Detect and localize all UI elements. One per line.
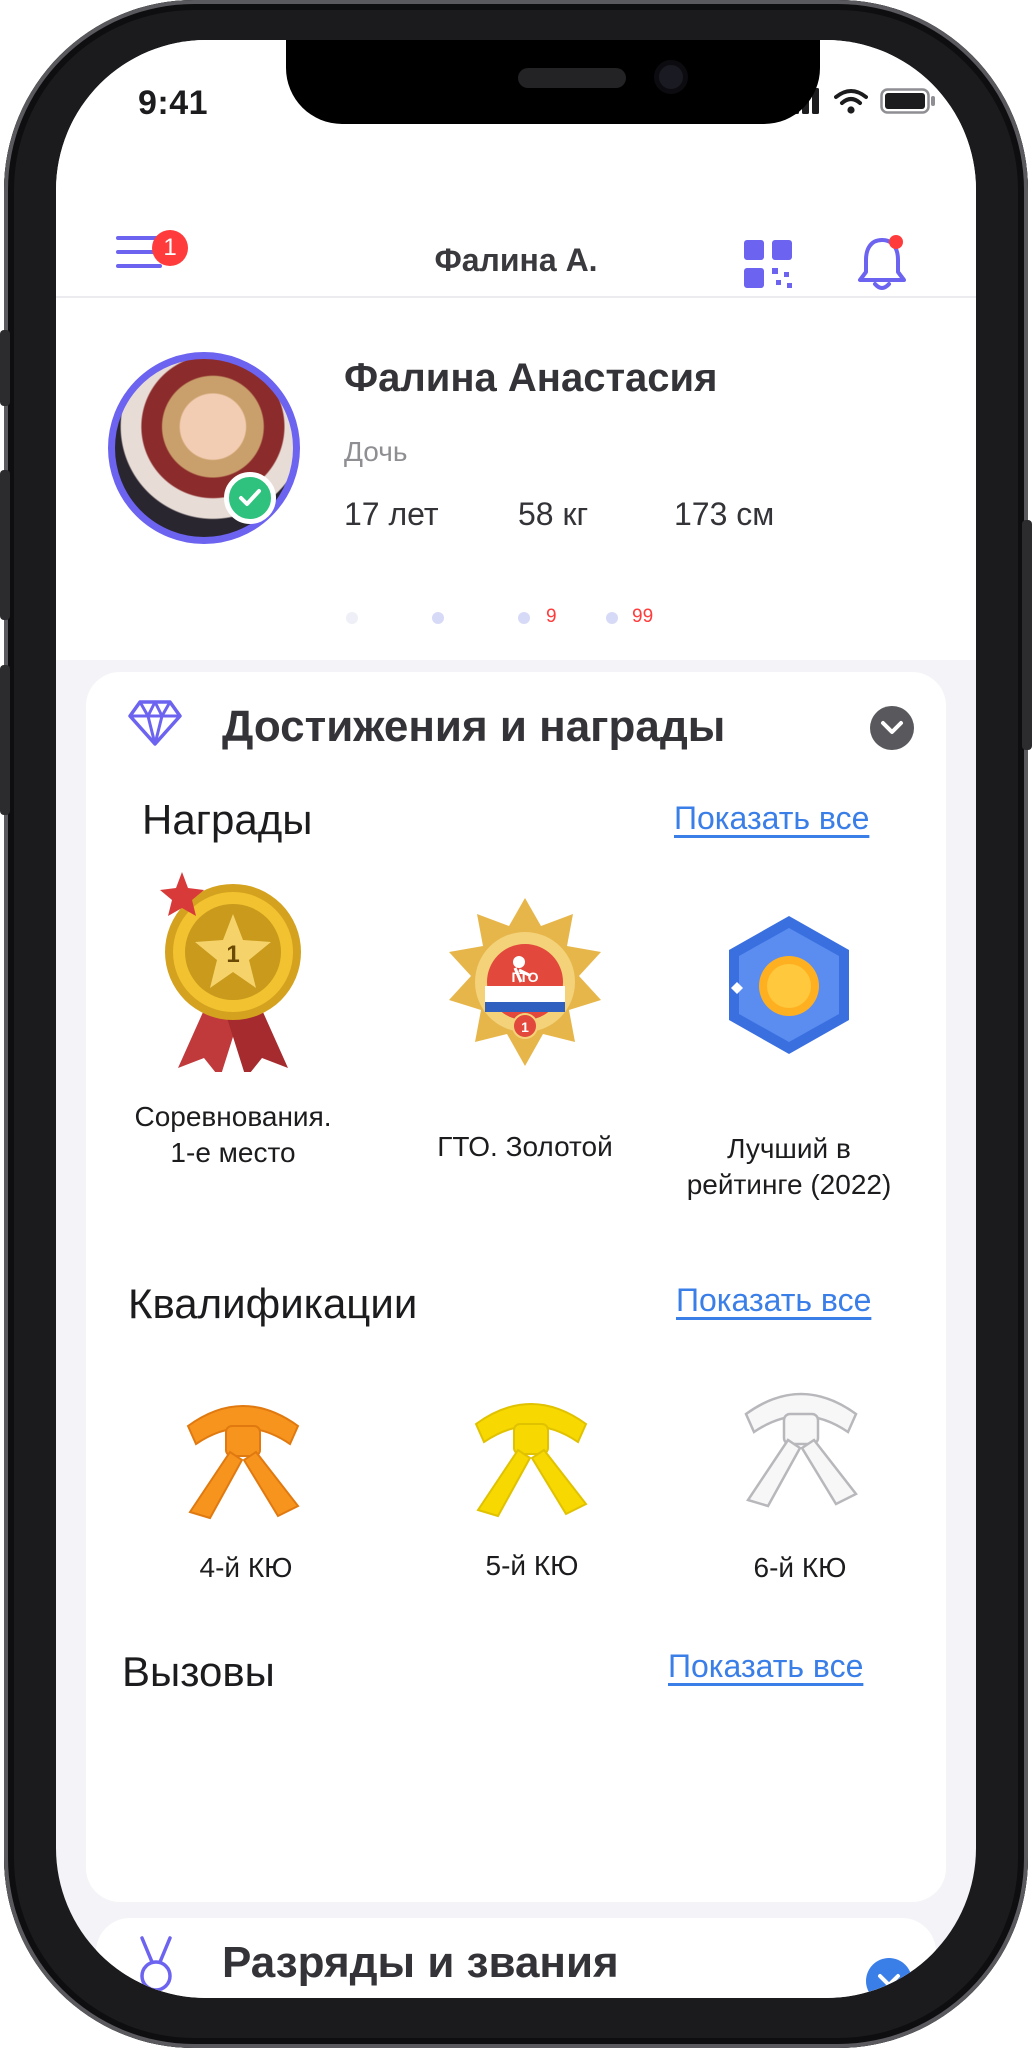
pager-dots[interactable]: 9 99 — [56, 602, 976, 632]
belt-label: 4-й КЮ — [199, 1552, 293, 1583]
profile-weight: 58 кг — [518, 496, 589, 532]
qualifications-show-all-link[interactable]: Показать все — [676, 1282, 871, 1319]
orange-belt-icon — [186, 1405, 300, 1520]
wifi-icon — [834, 89, 868, 114]
ranks-card: Разряды и звания — [96, 1918, 936, 1998]
status-time: 9:41 — [138, 84, 209, 122]
challenges-title: Вызовы — [122, 1648, 275, 1695]
chevron-down-icon — [881, 721, 903, 734]
pager-dot[interactable] — [606, 612, 618, 624]
medal-outline-icon — [140, 1936, 172, 1992]
pager-count: 99 — [632, 606, 654, 627]
profile-name: Фалина Анастасия — [344, 356, 718, 400]
award-item[interactable]: ГТО 1 ГТО. Золотой — [400, 892, 650, 1192]
verified-check-icon — [224, 472, 276, 524]
collapse-toggle-button[interactable] — [870, 706, 914, 750]
award-item[interactable]: 1 Соревнования. 1-е место — [108, 872, 358, 1192]
header-title: Фалина А. — [434, 242, 598, 278]
top-section — [56, 40, 976, 660]
gto-badge-icon: ГТО 1 — [449, 898, 601, 1066]
app-header: 1 Фалина А. — [56, 180, 976, 298]
chevron-down-icon — [878, 1974, 900, 1987]
side-button — [0, 330, 10, 406]
pager-count: 9 — [546, 606, 557, 627]
pager-dot[interactable] — [518, 612, 530, 624]
achievements-title: Достижения и награды — [222, 702, 726, 751]
award-item[interactable]: Лучший в рейтинге (2022) — [664, 916, 914, 1200]
side-button — [0, 470, 10, 620]
medal-number: 1 — [226, 941, 239, 968]
award-label: Лучший в рейтинге (2022) — [686, 1133, 892, 1200]
avatar[interactable] — [108, 352, 300, 544]
expand-toggle-button[interactable] — [866, 1958, 912, 1998]
white-belt-icon — [744, 1392, 858, 1508]
side-button — [1022, 520, 1032, 750]
pager-dot[interactable] — [432, 612, 444, 624]
gold-medal-icon: 1 — [160, 872, 301, 1078]
rating-badge-icon — [729, 916, 849, 1054]
yellow-belt-icon — [474, 1403, 588, 1518]
battery-icon — [880, 88, 935, 114]
bell-icon[interactable] — [856, 234, 908, 292]
ranks-title: Разряды и звания — [222, 1938, 619, 1987]
profile-height: 173 см — [674, 496, 775, 532]
qualifications-title: Квалификации — [128, 1280, 418, 1327]
belt-label: 6-й КЮ — [753, 1552, 847, 1583]
gto-number: 1 — [521, 1019, 529, 1035]
award-label: Соревнования. 1-е место — [134, 1101, 332, 1168]
avatar-photo — [108, 352, 300, 544]
profile-age: 17 лет — [344, 496, 439, 532]
screen: 9:41 1 Фалина А. Фалина Анастасия Дочь 1… — [56, 40, 976, 1998]
achievements-card: Достижения и награды Награды Показать вс… — [86, 672, 946, 1902]
speaker — [518, 68, 626, 88]
awards-show-all-link[interactable]: Показать все — [674, 800, 869, 837]
camera — [654, 60, 688, 94]
awards-title: Награды — [142, 796, 313, 843]
pager-dot[interactable] — [346, 612, 358, 624]
notch — [286, 40, 820, 124]
award-label: ГТО. Золотой — [437, 1131, 613, 1162]
belt-label: 5-й КЮ — [485, 1550, 579, 1581]
profile-role: Дочь — [344, 436, 408, 467]
qr-code-icon[interactable] — [744, 240, 792, 288]
challenges-show-all-link[interactable]: Показать все — [668, 1648, 863, 1685]
side-button — [0, 665, 10, 815]
diamond-icon — [128, 700, 182, 746]
